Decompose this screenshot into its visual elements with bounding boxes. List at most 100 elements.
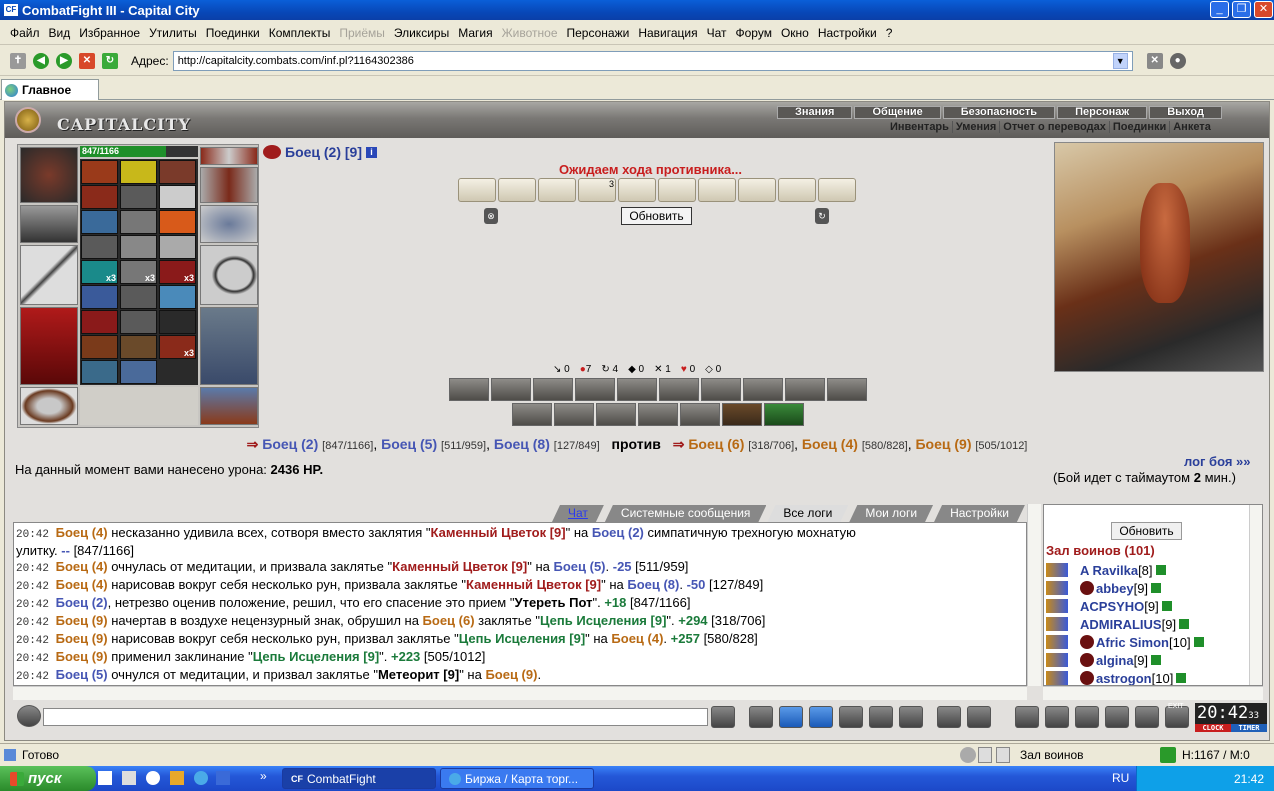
skill-button[interactable] xyxy=(659,378,699,401)
skill-button[interactable] xyxy=(512,403,552,426)
skill-button[interactable] xyxy=(743,378,783,401)
menu-forum[interactable]: Форум xyxy=(736,26,772,40)
ie-icon[interactable] xyxy=(194,771,208,785)
cloak-slot[interactable] xyxy=(20,307,78,385)
team2-fighter[interactable]: Боец (4) xyxy=(802,436,858,452)
scroll-icon[interactable] xyxy=(1045,706,1069,728)
helmet-icon[interactable] xyxy=(967,706,991,728)
warrior-name[interactable]: ADMIRALIUS xyxy=(1080,617,1162,632)
address-input[interactable]: http://capitalcity.combats.com/inf.pl?11… xyxy=(172,50,1133,71)
menu-settings[interactable]: Настройки xyxy=(818,26,877,40)
helmet-slot[interactable] xyxy=(20,147,78,203)
warrior-row[interactable]: abbey [9] xyxy=(1046,579,1162,597)
grid-item[interactable] xyxy=(81,210,118,234)
tab-system-messages[interactable]: Системные сообщения xyxy=(605,505,767,522)
filter-icon[interactable] xyxy=(779,706,803,728)
team1-fighter[interactable]: Боец (8) xyxy=(494,436,550,452)
earrings-slot[interactable] xyxy=(200,147,258,165)
menu-view[interactable]: Вид xyxy=(49,26,71,40)
menu-chat[interactable]: Чат xyxy=(707,26,727,40)
skill-button[interactable] xyxy=(554,403,594,426)
pin-icon[interactable]: ✝ xyxy=(10,52,26,69)
warrior-name[interactable]: algina xyxy=(1096,653,1134,668)
nav-knowledge[interactable]: Знания xyxy=(777,106,853,119)
team1-fighter[interactable]: Боец (5) xyxy=(381,436,437,452)
grid-item[interactable] xyxy=(81,185,118,209)
menu-fights[interactable]: Поединки xyxy=(206,26,260,40)
bracers-slot[interactable] xyxy=(20,205,78,243)
menu-sets[interactable]: Комплекты xyxy=(269,26,331,40)
team1-fighter[interactable]: Боец (2) xyxy=(262,436,318,452)
nav-exit[interactable]: Выход xyxy=(1149,106,1222,119)
skill-button[interactable] xyxy=(722,403,762,426)
menu-help[interactable]: ? xyxy=(886,26,893,40)
nav-character[interactable]: Персонаж xyxy=(1057,106,1148,119)
info-icon[interactable] xyxy=(1193,637,1204,647)
sound-icon[interactable] xyxy=(899,706,923,728)
history-icon[interactable] xyxy=(960,746,976,763)
grid-item[interactable] xyxy=(81,360,118,384)
info-icon[interactable] xyxy=(1155,565,1166,575)
skill-button[interactable] xyxy=(701,378,741,401)
bag-icon[interactable] xyxy=(1015,706,1039,728)
grid-item[interactable] xyxy=(159,185,196,209)
warrior-row[interactable]: algina [9] xyxy=(1046,651,1162,669)
menu-favorites[interactable]: Избранное xyxy=(79,26,140,40)
warrior-row[interactable]: astrogon [10] xyxy=(1046,669,1187,685)
info-icon[interactable] xyxy=(1161,601,1172,611)
fight-icon[interactable] xyxy=(1046,671,1068,685)
chat-vertical-scrollbar[interactable] xyxy=(1027,504,1041,686)
percent-icon[interactable] xyxy=(869,706,893,728)
tab-main[interactable]: Главное xyxy=(1,79,99,100)
nav-inventory[interactable]: Инвентарь xyxy=(887,121,953,133)
scroll-slot[interactable] xyxy=(498,178,536,202)
menu-utilities[interactable]: Утилиты xyxy=(149,26,197,40)
info-icon[interactable] xyxy=(1151,583,1162,593)
menu-file[interactable]: Файл xyxy=(10,26,40,40)
grid-item[interactable] xyxy=(120,160,157,184)
weapon-left-slot[interactable] xyxy=(20,245,78,305)
close-button[interactable]: ✕ xyxy=(1254,1,1273,18)
save-log-icon[interactable] xyxy=(809,706,833,728)
send-icon[interactable] xyxy=(711,706,735,728)
skill-button[interactable] xyxy=(827,378,867,401)
scroll-slot[interactable] xyxy=(778,178,816,202)
warrior-row[interactable]: Afric Simon [10] xyxy=(1046,633,1204,651)
app-icon[interactable] xyxy=(170,771,184,785)
amulet-slot[interactable] xyxy=(200,167,258,203)
warrior-row[interactable]: ACPSYHO [9] xyxy=(1046,597,1172,615)
team2-fighter[interactable]: Боец (6) xyxy=(688,436,744,452)
skill-button[interactable] xyxy=(491,378,531,401)
scroll-slot[interactable]: 3 xyxy=(578,178,616,202)
warrior-name[interactable]: Afric Simon xyxy=(1096,635,1169,650)
rune-slots[interactable] xyxy=(80,387,198,425)
skill-button[interactable] xyxy=(638,403,678,426)
info-icon[interactable]: i xyxy=(366,146,378,158)
start-button[interactable]: пуск xyxy=(0,766,96,791)
scroll-slot[interactable] xyxy=(458,178,496,202)
scroll-slot[interactable] xyxy=(698,178,736,202)
tool-icon[interactable] xyxy=(122,771,136,785)
weapon-right-slot[interactable] xyxy=(200,245,258,305)
warrior-name[interactable]: ACPSYHO xyxy=(1080,599,1144,614)
timer-label[interactable]: TIMER xyxy=(1231,724,1267,732)
grid-item[interactable] xyxy=(120,285,157,309)
nav-profile[interactable]: Анкета xyxy=(1170,121,1214,133)
prev-icon[interactable]: ⊗ xyxy=(484,208,498,224)
armor-legs-slot[interactable] xyxy=(200,307,258,385)
scroll-slot[interactable] xyxy=(538,178,576,202)
grid-item[interactable]: x3 xyxy=(81,260,118,284)
handshake-icon[interactable] xyxy=(1075,706,1099,728)
smile-avatar-icon[interactable] xyxy=(17,705,41,727)
person-icon[interactable] xyxy=(839,706,863,728)
back-icon[interactable]: ◀ xyxy=(33,52,49,69)
fight-icon[interactable] xyxy=(1046,599,1068,613)
boots-slot[interactable] xyxy=(200,387,258,425)
fight-icon[interactable] xyxy=(1046,617,1068,631)
skill-button[interactable] xyxy=(680,403,720,426)
tab-my-logs[interactable]: Мои логи xyxy=(849,505,933,522)
grid-item[interactable] xyxy=(159,235,196,259)
fight-icon[interactable] xyxy=(1046,635,1068,649)
opponent-title[interactable]: Боец (2) [9] i xyxy=(263,144,378,160)
warrior-name[interactable]: abbey xyxy=(1096,581,1134,596)
